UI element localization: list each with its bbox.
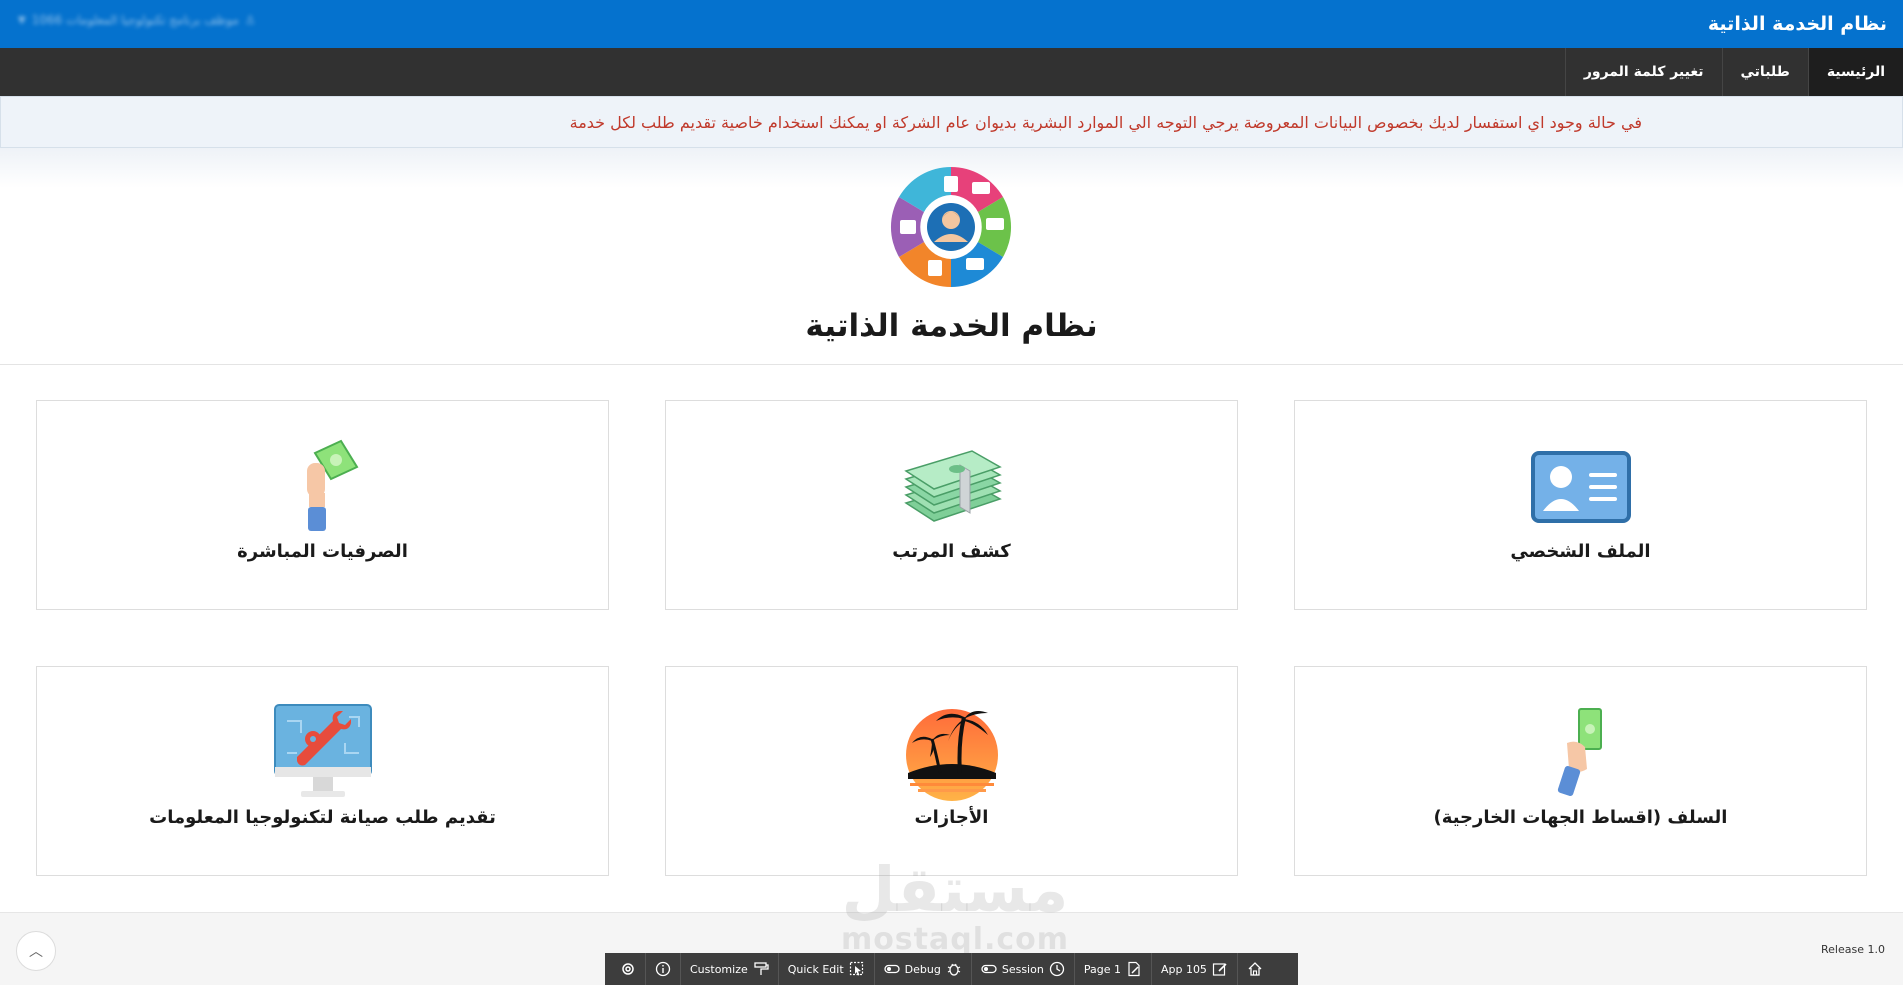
dev-session-button[interactable]: Session — [972, 953, 1075, 985]
hand-money-icon — [307, 439, 359, 531]
release-version: Release 1.0 — [1821, 943, 1885, 956]
home-icon — [1248, 962, 1262, 976]
dev-page-button[interactable]: Page 1 — [1075, 953, 1152, 985]
monitor-wrench-icon — [274, 704, 372, 797]
gear-icon — [622, 963, 634, 975]
app-title[interactable]: نظام الخدمة الذاتية — [1708, 13, 1887, 35]
card-direct-payments[interactable]: الصرفيات المباشرة — [36, 400, 609, 610]
palm-sunset-icon — [906, 709, 998, 801]
page-label: Page 1 — [1083, 962, 1121, 976]
hero-region: نظام الخدمة الذاتية — [0, 148, 1903, 365]
pencil-square-icon — [1212, 963, 1227, 976]
money-stack-icon — [904, 450, 1002, 522]
info-alert: في حالة وجود اي استفسار لديك بخصوص البيا… — [0, 96, 1903, 148]
dev-settings-button[interactable] — [611, 953, 646, 985]
user-name: موظف برنامج تكنولوجيا المعلومات 1066 — [31, 13, 239, 27]
id-card-icon — [1531, 451, 1631, 523]
card-salary-slip[interactable]: كشف المرتب — [665, 400, 1238, 610]
chevron-up-icon: ︿ — [29, 944, 43, 960]
app-header: نظام الخدمة الذاتية — [0, 0, 1903, 48]
scroll-to-top-button[interactable]: ︿ — [16, 931, 56, 971]
toggle-icon — [884, 964, 900, 974]
nav-item-home[interactable]: الرئيسية — [1807, 48, 1903, 96]
paint-roller-icon — [754, 962, 769, 975]
card-advances[interactable]: السلف (اقساط الجهات الخارجية) — [1294, 666, 1867, 876]
dev-debug-button[interactable]: Debug — [875, 953, 972, 985]
nav-item-my-requests[interactable]: طلباتي — [1721, 48, 1808, 96]
page-title: نظام الخدمة الذاتية — [805, 308, 1098, 344]
hand-cash-icon — [1557, 708, 1602, 797]
debug-label: Debug — [904, 962, 941, 976]
dev-home-button[interactable] — [1238, 953, 1272, 985]
nav-item-change-password[interactable]: تغيير كلمة المرور — [1564, 48, 1722, 96]
customize-label: Customize — [690, 962, 748, 976]
user-menu[interactable]: ▼ موظف برنامج تكنولوجيا المعلومات 1066 ♙ — [18, 13, 256, 27]
card-vacations[interactable]: الأجازات — [665, 666, 1238, 876]
info-icon — [655, 961, 671, 977]
developer-toolbar: Customize Quick Edit Debug Session Page … — [605, 953, 1298, 985]
bug-icon — [947, 963, 961, 976]
chevron-down-icon: ▼ — [18, 14, 26, 26]
alert-text: في حالة وجود اي استفسار لديك بخصوص البيا… — [569, 112, 1642, 132]
clock-icon — [1049, 961, 1064, 977]
toggle-icon — [981, 964, 997, 974]
app-label: App 105 — [1160, 962, 1207, 976]
card-it-maintenance-request[interactable]: تقديم طلب صيانة لتكنولوجيا المعلومات — [36, 666, 609, 876]
card-label: السلف (اقساط الجهات الخارجية) — [1433, 807, 1728, 828]
card-label: تقديم طلب صيانة لتكنولوجيا المعلومات — [149, 807, 496, 828]
dev-info-button[interactable] — [646, 953, 681, 985]
session-label: Session — [1001, 962, 1044, 976]
card-label: الملف الشخصي — [1510, 541, 1651, 562]
self-service-logo-icon — [890, 166, 1012, 287]
cursor-select-icon — [849, 961, 863, 976]
card-label: الصرفيات المباشرة — [237, 541, 408, 562]
dev-customize-button[interactable]: Customize — [681, 953, 779, 985]
quick-edit-label: Quick Edit — [787, 962, 844, 976]
user-icon: ♙ — [244, 13, 256, 27]
dev-app-button[interactable]: App 105 — [1152, 953, 1238, 985]
page-edit-icon — [1128, 961, 1140, 977]
main-nav: الرئيسية طلباتي تغيير كلمة المرور — [0, 48, 1903, 96]
dev-quick-edit-button[interactable]: Quick Edit — [779, 953, 875, 985]
card-label: الأجازات — [914, 807, 989, 828]
card-personal-profile[interactable]: الملف الشخصي — [1294, 400, 1867, 610]
card-label: كشف المرتب — [892, 541, 1011, 562]
